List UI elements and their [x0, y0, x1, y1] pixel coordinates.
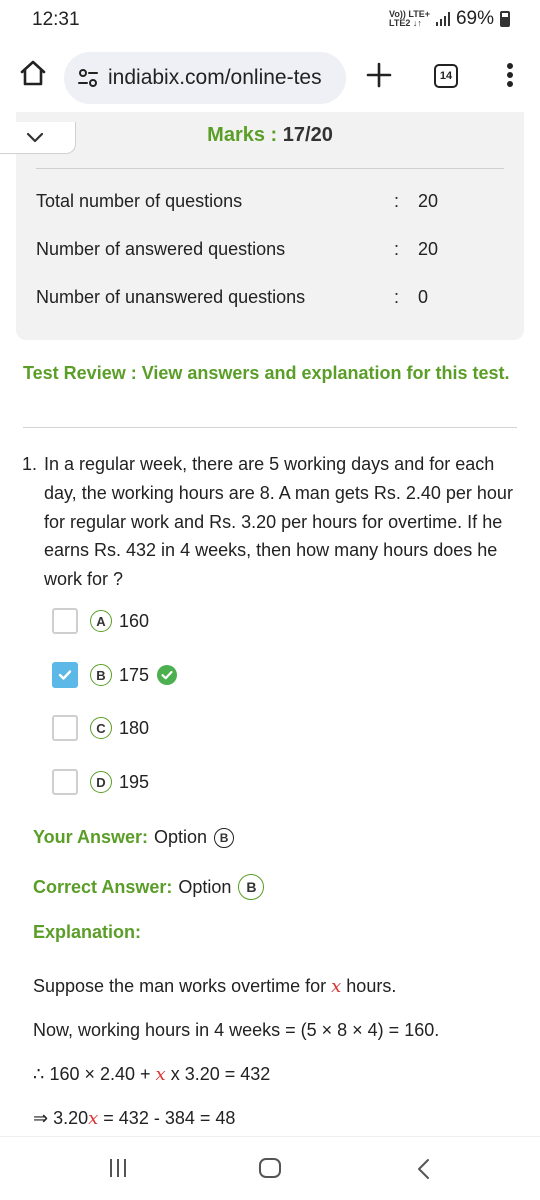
option-letter: C	[90, 717, 112, 739]
status-time: 12:31	[32, 9, 80, 30]
correct-answer-letter: B	[238, 874, 265, 900]
divider	[36, 168, 504, 169]
tab-switcher-button[interactable]: 14	[434, 64, 458, 88]
explanation-label: Explanation:	[33, 922, 142, 942]
option-text: 180	[119, 717, 150, 738]
recents-icon[interactable]	[110, 1159, 126, 1177]
home-icon[interactable]	[18, 58, 48, 88]
status-indicators: Vo)) LTE+ LTE2 ↓↑ 69%	[389, 8, 510, 30]
ex-variable: x	[155, 1064, 166, 1085]
signal-icon	[435, 12, 450, 26]
marks-value: 17/20	[282, 124, 333, 146]
marks-score: Marks : 17/20	[0, 124, 540, 147]
explanation-line-1: Suppose the man works overtime for x hou…	[33, 976, 396, 997]
system-nav-bar	[0, 1136, 540, 1200]
stat-colon: :	[394, 191, 400, 211]
stat-colon: :	[394, 239, 400, 259]
correct-answer-label: Correct Answer:	[33, 876, 173, 897]
network-label: Vo)) LTE+ LTE2 ↓↑	[389, 10, 430, 28]
stat-value: 20	[418, 191, 439, 211]
ex-text: x 3.20 = 432	[165, 1064, 271, 1084]
new-tab-icon[interactable]	[366, 62, 392, 88]
test-review-heading: Test Review : View answers and explanati…	[23, 363, 510, 383]
stat-value: 20	[418, 239, 439, 259]
your-answer-letter: B	[214, 827, 235, 848]
marks-label: Marks :	[207, 124, 283, 146]
option-c[interactable]: C 180	[52, 714, 149, 742]
explanation-line-2: Now, working hours in 4 weeks = (5 × 8 ×…	[33, 1020, 440, 1040]
stat-colon: :	[394, 287, 400, 307]
address-bar[interactable]: indiabix.com/online-tes	[64, 52, 346, 104]
correct-check-icon	[157, 665, 178, 685]
ex-text: hours.	[341, 976, 397, 996]
option-letter: A	[90, 610, 112, 632]
correct-answer-prefix: Option	[178, 876, 232, 897]
url-text[interactable]: indiabix.com/online-tes	[108, 66, 340, 90]
checkbox[interactable]	[52, 715, 78, 741]
ex-variable: x	[88, 1108, 99, 1129]
your-answer-label: Your Answer:	[33, 827, 149, 847]
option-d[interactable]: D 195	[52, 768, 149, 796]
option-letter: B	[90, 664, 112, 686]
correct-answer: Correct Answer: Option B	[33, 874, 265, 900]
explanation-line-3: ∴ 160 × 2.40 + x x 3.20 = 432	[33, 1064, 270, 1085]
option-letter: D	[90, 771, 112, 793]
ex-text: Suppose the man works overtime for	[33, 976, 332, 996]
status-bar: 12:31 Vo)) LTE+ LTE2 ↓↑ 69%	[0, 0, 540, 40]
stat-label: Number of answered questions	[36, 239, 286, 259]
option-a[interactable]: A 160	[52, 607, 149, 635]
battery-percent: 69%	[455, 8, 494, 29]
question-number: 1.	[22, 454, 38, 474]
ex-variable: x	[331, 976, 342, 997]
browser-toolbar: indiabix.com/online-tes 14	[0, 44, 540, 110]
option-b[interactable]: B 175	[52, 661, 178, 689]
checkbox[interactable]	[52, 769, 78, 795]
battery-icon	[500, 11, 510, 27]
ex-text: = 432 - 384 = 48	[98, 1108, 236, 1128]
option-text: 160	[119, 610, 150, 631]
option-text: 175	[119, 664, 150, 685]
network-bottom: LTE2 ↓↑	[389, 18, 422, 28]
option-text: 195	[119, 771, 150, 792]
check-icon	[58, 670, 72, 680]
ex-text: ∴ 160 × 2.40 +	[33, 1064, 156, 1084]
checkbox[interactable]	[52, 608, 78, 634]
your-answer: Your Answer: Option B	[33, 827, 235, 848]
back-icon[interactable]	[414, 1157, 434, 1181]
ex-text: ⇒ 3.20	[33, 1108, 89, 1128]
more-menu-icon[interactable]	[500, 60, 520, 90]
your-answer-prefix: Option	[154, 827, 208, 847]
checkbox-checked[interactable]	[52, 662, 78, 688]
divider	[23, 427, 517, 428]
home-nav-icon[interactable]	[259, 1158, 281, 1178]
question-text: In a regular week, there are 5 working d…	[44, 454, 513, 590]
stat-label: Total number of questions	[36, 191, 243, 211]
site-settings-icon[interactable]	[76, 66, 100, 90]
stat-value: 0	[418, 287, 429, 307]
explanation-line-4: ⇒ 3.20x = 432 - 384 = 48	[33, 1108, 235, 1129]
stat-label: Number of unanswered questions	[36, 287, 306, 307]
